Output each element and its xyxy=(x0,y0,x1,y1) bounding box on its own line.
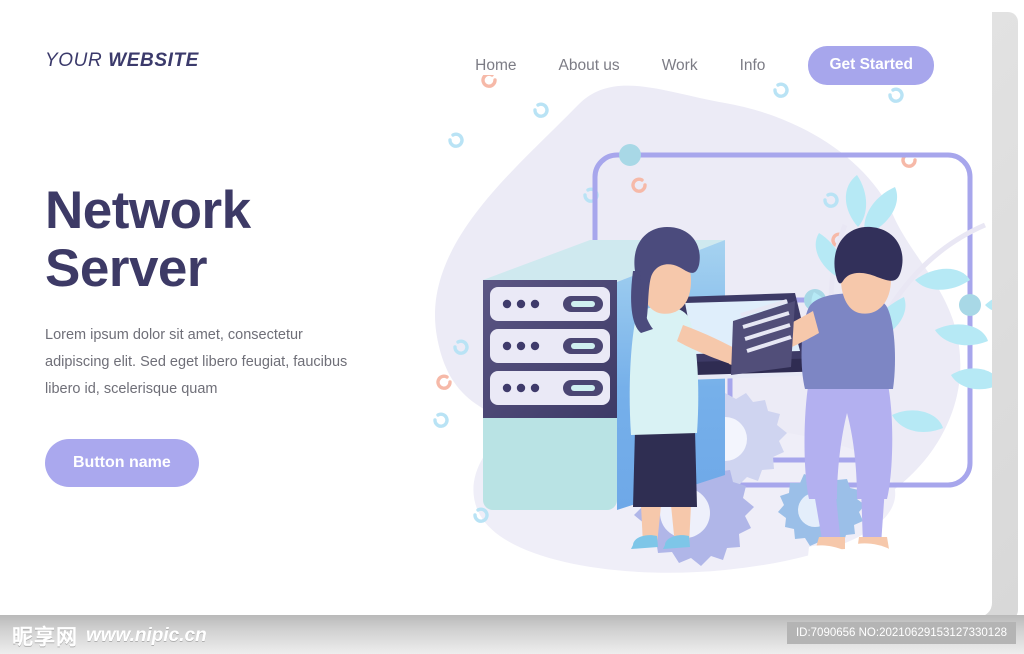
watermark-group: 昵享网 www.nipic.cn xyxy=(12,621,207,651)
website-page-card: YOUR WEBSITE Home About us Work Info Get… xyxy=(0,0,992,617)
woman-skirt xyxy=(633,430,697,507)
watermark-url: www.nipic.cn xyxy=(86,625,207,646)
man-shirt xyxy=(801,293,895,389)
watermark-logo-text: 昵享网 xyxy=(12,625,78,649)
logo-word-your: YOUR xyxy=(45,50,103,71)
page-title: Network Server xyxy=(45,182,375,298)
watermark-footer-bar: 昵享网 www.nipic.cn ID:7090656 NO:202106291… xyxy=(0,615,1024,654)
hero-cta-button[interactable]: Button name xyxy=(45,439,199,487)
screenshot-stage: YOUR WEBSITE Home About us Work Info Get… xyxy=(0,0,1024,654)
hero-paragraph: Lorem ipsum dolor sit amet, consectetur … xyxy=(45,327,348,397)
site-logo[interactable]: YOUR WEBSITE xyxy=(45,50,199,72)
page-title-line-1: Network xyxy=(45,181,251,240)
image-id-badge: ID:7090656 NO:20210629153127330128 xyxy=(786,622,1016,644)
server-slots xyxy=(490,287,610,405)
page-title-line-2: Server xyxy=(45,239,208,298)
hero-text-block: Network Server Lorem ipsum dolor sit ame… xyxy=(45,182,375,487)
nav-item-info[interactable]: Info xyxy=(719,57,787,75)
nav-item-about-us[interactable]: About us xyxy=(538,57,641,75)
nav-item-work[interactable]: Work xyxy=(641,57,719,75)
hero-illustration xyxy=(395,75,992,595)
man-shoe-right xyxy=(851,543,896,564)
logo-word-website: WEBSITE xyxy=(108,50,199,71)
nav-item-home[interactable]: Home xyxy=(454,57,537,75)
